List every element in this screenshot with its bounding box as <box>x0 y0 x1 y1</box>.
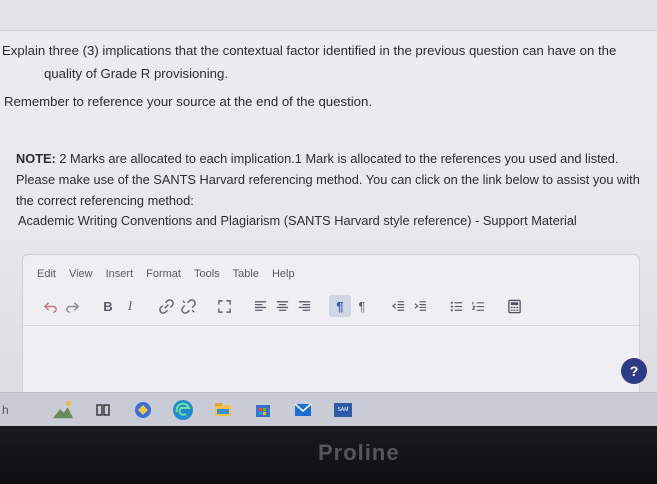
align-right-button[interactable] <box>293 295 315 317</box>
sam-badge: SAM <box>334 403 352 417</box>
rich-text-editor[interactable]: Edit View Insert Format Tools Table Help… <box>22 254 640 406</box>
ltr-button[interactable]: ¶ <box>329 295 351 317</box>
undo-button[interactable] <box>39 295 61 317</box>
indent-button[interactable] <box>409 295 431 317</box>
app-icon[interactable] <box>130 397 156 423</box>
ltr-icon: ¶ <box>336 298 344 314</box>
note-label: NOTE: <box>16 151 56 166</box>
menu-tools[interactable]: Tools <box>194 268 220 280</box>
bullet-list-icon <box>450 301 462 311</box>
numbered-list-button[interactable] <box>467 295 489 317</box>
help-button[interactable]: ? <box>621 358 647 384</box>
fullscreen-icon <box>217 299 231 313</box>
redo-icon <box>65 301 79 313</box>
question-text-line1: Explain three (3) implications that the … <box>2 43 617 58</box>
link-icon <box>158 298 174 314</box>
task-view-icon[interactable] <box>90 397 116 423</box>
reference-instruction: Remember to reference your source at the… <box>4 94 372 109</box>
align-left-icon <box>254 300 266 311</box>
store-icon[interactable] <box>250 397 276 423</box>
monitor-brand-logo: Proline <box>318 440 400 465</box>
unlink-icon <box>180 298 196 314</box>
edge-browser-icon[interactable] <box>170 397 196 423</box>
bullet-list-button[interactable] <box>445 295 467 317</box>
taskbar: h SAM <box>0 392 657 427</box>
align-left-button[interactable] <box>249 295 271 317</box>
editor-menubar: Edit View Insert Format Tools Table Help <box>37 268 295 280</box>
file-explorer-icon[interactable] <box>210 397 236 423</box>
redo-button[interactable] <box>61 295 83 317</box>
unlink-button[interactable] <box>177 295 199 317</box>
fullscreen-button[interactable] <box>213 295 235 317</box>
bold-icon: B <box>103 298 113 314</box>
editor-toolbar-divider <box>23 325 639 326</box>
link-button[interactable] <box>155 295 177 317</box>
menu-view[interactable]: View <box>69 268 93 280</box>
outdent-icon <box>391 300 404 311</box>
italic-button[interactable]: I <box>119 295 141 317</box>
calculator-button[interactable] <box>503 295 525 317</box>
menu-table[interactable]: Table <box>233 268 259 280</box>
question-text-line2: quality of Grade R provisioning. <box>44 66 228 81</box>
align-center-icon <box>276 300 288 311</box>
taskbar-icons: SAM <box>50 397 356 423</box>
bold-button[interactable]: B <box>97 295 119 317</box>
page-top-band <box>0 0 657 31</box>
menu-format[interactable]: Format <box>146 268 181 280</box>
align-center-button[interactable] <box>271 295 293 317</box>
menu-edit[interactable]: Edit <box>37 268 56 280</box>
monitor-bezel: Proline <box>0 426 657 484</box>
outdent-button[interactable] <box>387 295 409 317</box>
numbered-list-icon <box>471 301 484 311</box>
mail-icon[interactable] <box>290 397 316 423</box>
italic-icon: I <box>127 298 133 313</box>
note-paragraph: NOTE: 2 Marks are allocated to each impl… <box>16 148 656 211</box>
menu-help[interactable]: Help <box>272 268 295 280</box>
editor-toolbar: B I ¶ ¶ <box>39 293 525 319</box>
rtl-button[interactable]: ¶ <box>351 295 373 317</box>
search-wallpaper-icon[interactable] <box>50 397 76 423</box>
rtl-icon: ¶ <box>358 298 366 314</box>
undo-icon <box>43 301 57 313</box>
sam-app-icon[interactable]: SAM <box>330 397 356 423</box>
calculator-icon <box>507 299 521 313</box>
support-material-link[interactable]: Academic Writing Conventions and Plagiar… <box>18 213 577 228</box>
taskbar-left-text: h <box>2 403 9 417</box>
align-right-icon <box>298 300 310 311</box>
indent-icon <box>413 300 426 311</box>
note-text: 2 Marks are allocated to each implicatio… <box>16 151 640 208</box>
menu-insert[interactable]: Insert <box>106 268 134 280</box>
